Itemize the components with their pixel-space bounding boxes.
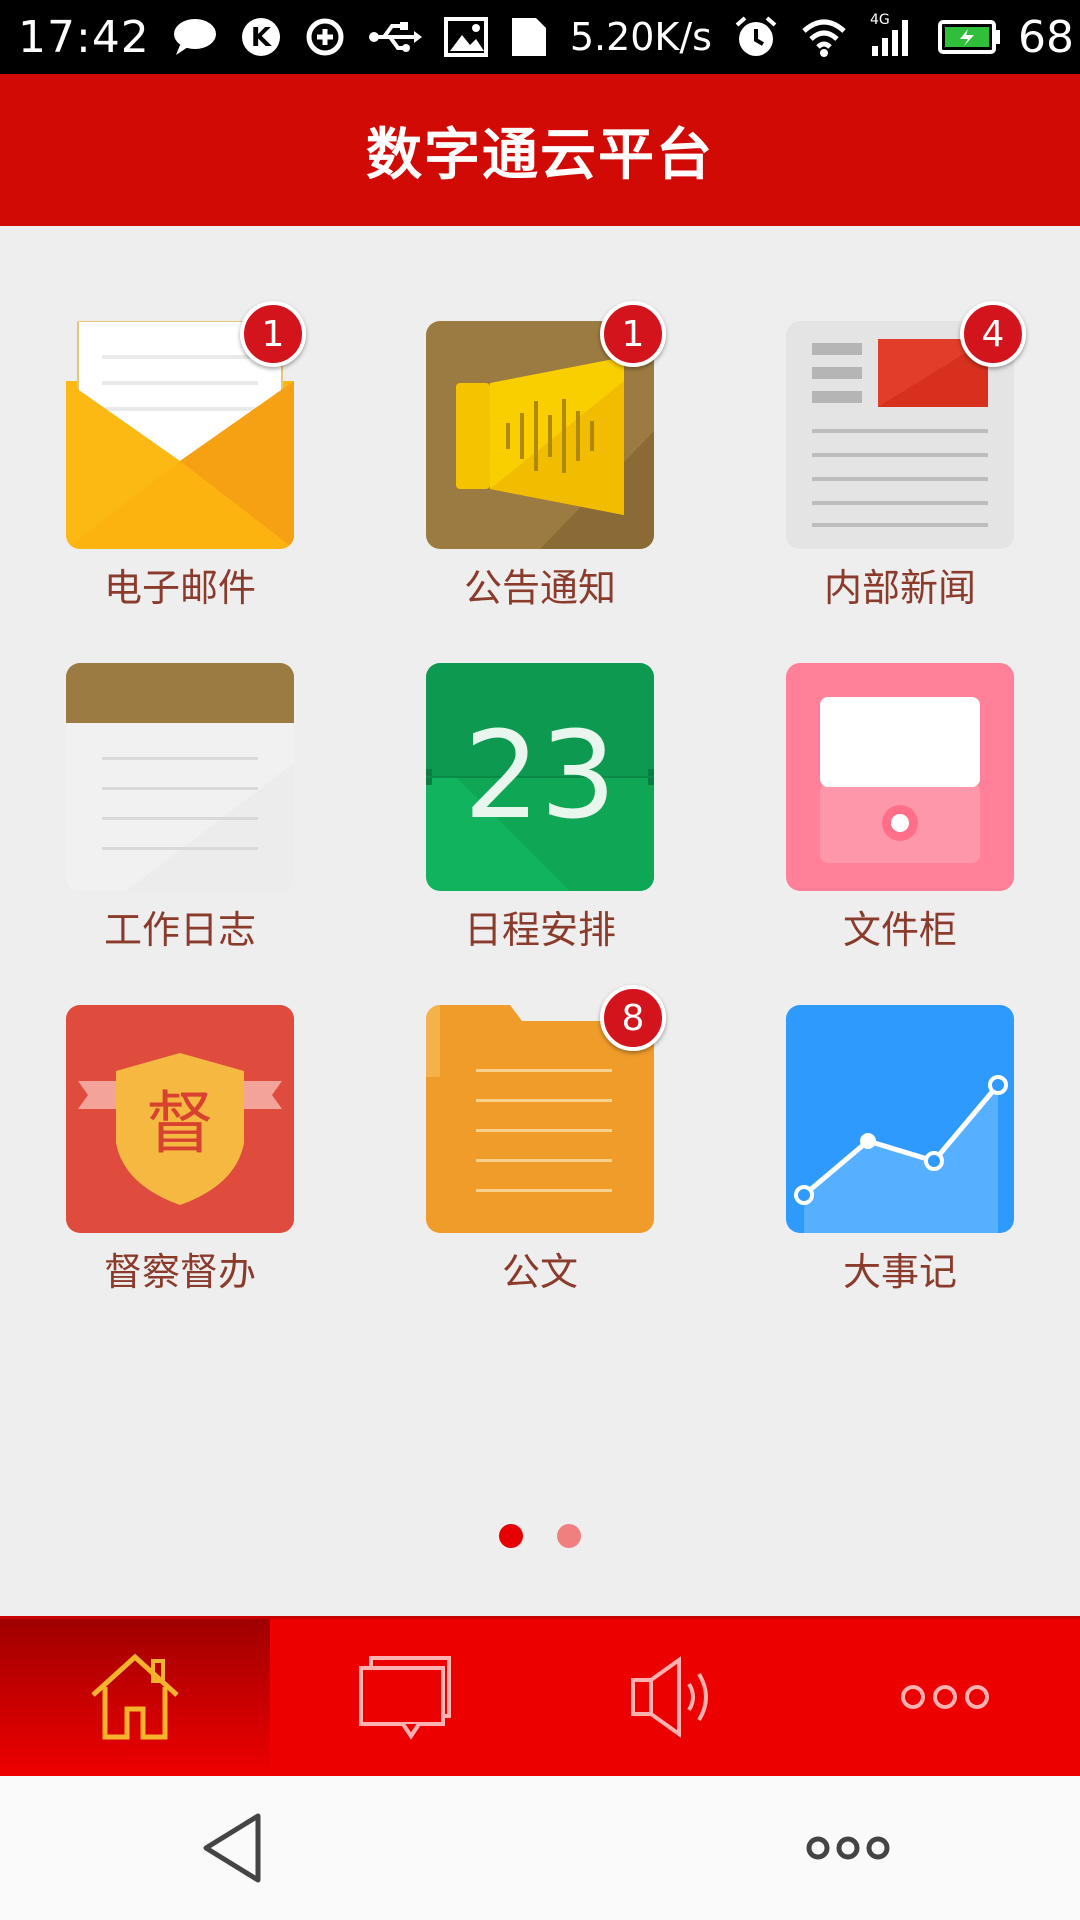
svg-text:K: K	[251, 23, 272, 53]
alarm-icon	[734, 15, 778, 59]
calendar-day: 23	[464, 707, 617, 846]
status-bar: 17:42 K 5.20K/s 4G 68	[0, 0, 1080, 74]
chart-icon	[786, 1005, 1014, 1233]
grid-item-label: 日程安排	[463, 908, 616, 952]
supervision-icon: 督	[66, 1005, 294, 1233]
grid-item-label: 工作日志	[103, 908, 256, 952]
battery-percent: 68	[1017, 11, 1074, 63]
cabinet-icon	[786, 663, 1014, 891]
notepad-icon	[66, 663, 294, 891]
signal-icon: 4G	[870, 12, 916, 58]
home-icon	[87, 1651, 183, 1747]
grid-item-label: 督察督办	[103, 1250, 256, 1294]
grid-item-label: 文件柜	[842, 908, 957, 952]
page-dot-active[interactable]	[499, 1524, 523, 1548]
grid-item-label: 电子邮件	[103, 566, 256, 610]
network-type: 4G	[869, 12, 890, 28]
menu-icon[interactable]	[806, 1828, 890, 1872]
bottom-tab-bar	[0, 1616, 1080, 1779]
tab-home[interactable]	[0, 1619, 270, 1779]
back-icon[interactable]	[200, 1812, 264, 1888]
chat-icon	[172, 17, 218, 57]
app-header: 数字通云平台	[0, 74, 1080, 226]
tab-messages[interactable]	[270, 1619, 540, 1779]
badge-count: 1	[600, 301, 666, 367]
wifi-icon	[800, 17, 848, 57]
page-title: 数字通云平台	[366, 122, 714, 188]
more-icon	[897, 1677, 993, 1721]
badge-count: 4	[960, 301, 1026, 367]
grid-item-label: 大事记	[842, 1250, 957, 1294]
sync-icon	[304, 16, 346, 58]
status-time: 17:42	[18, 11, 150, 63]
tab-more[interactable]	[810, 1619, 1080, 1779]
sim-icon	[510, 16, 548, 58]
image-icon	[443, 17, 488, 57]
chat-bubble-icon	[357, 1654, 453, 1744]
badge-count: 8	[600, 985, 666, 1051]
grid-item-label: 公告通知	[463, 566, 616, 610]
k-icon: K	[240, 16, 282, 58]
badge-count: 1	[240, 301, 306, 367]
usb-icon	[368, 20, 422, 54]
speaker-icon	[627, 1654, 723, 1744]
network-speed: 5.20K/s	[569, 15, 712, 59]
page-indicator	[0, 1524, 1080, 1548]
grid-item-label: 内部新闻	[823, 566, 976, 610]
shield-glyph: 督	[146, 1085, 214, 1164]
system-nav-bar	[0, 1776, 1080, 1920]
calendar-icon: 23	[426, 663, 654, 891]
tab-announcements[interactable]	[540, 1619, 810, 1779]
page-dot[interactable]	[557, 1524, 581, 1548]
battery-icon	[937, 19, 1002, 55]
grid-item-label: 公文	[501, 1250, 578, 1294]
